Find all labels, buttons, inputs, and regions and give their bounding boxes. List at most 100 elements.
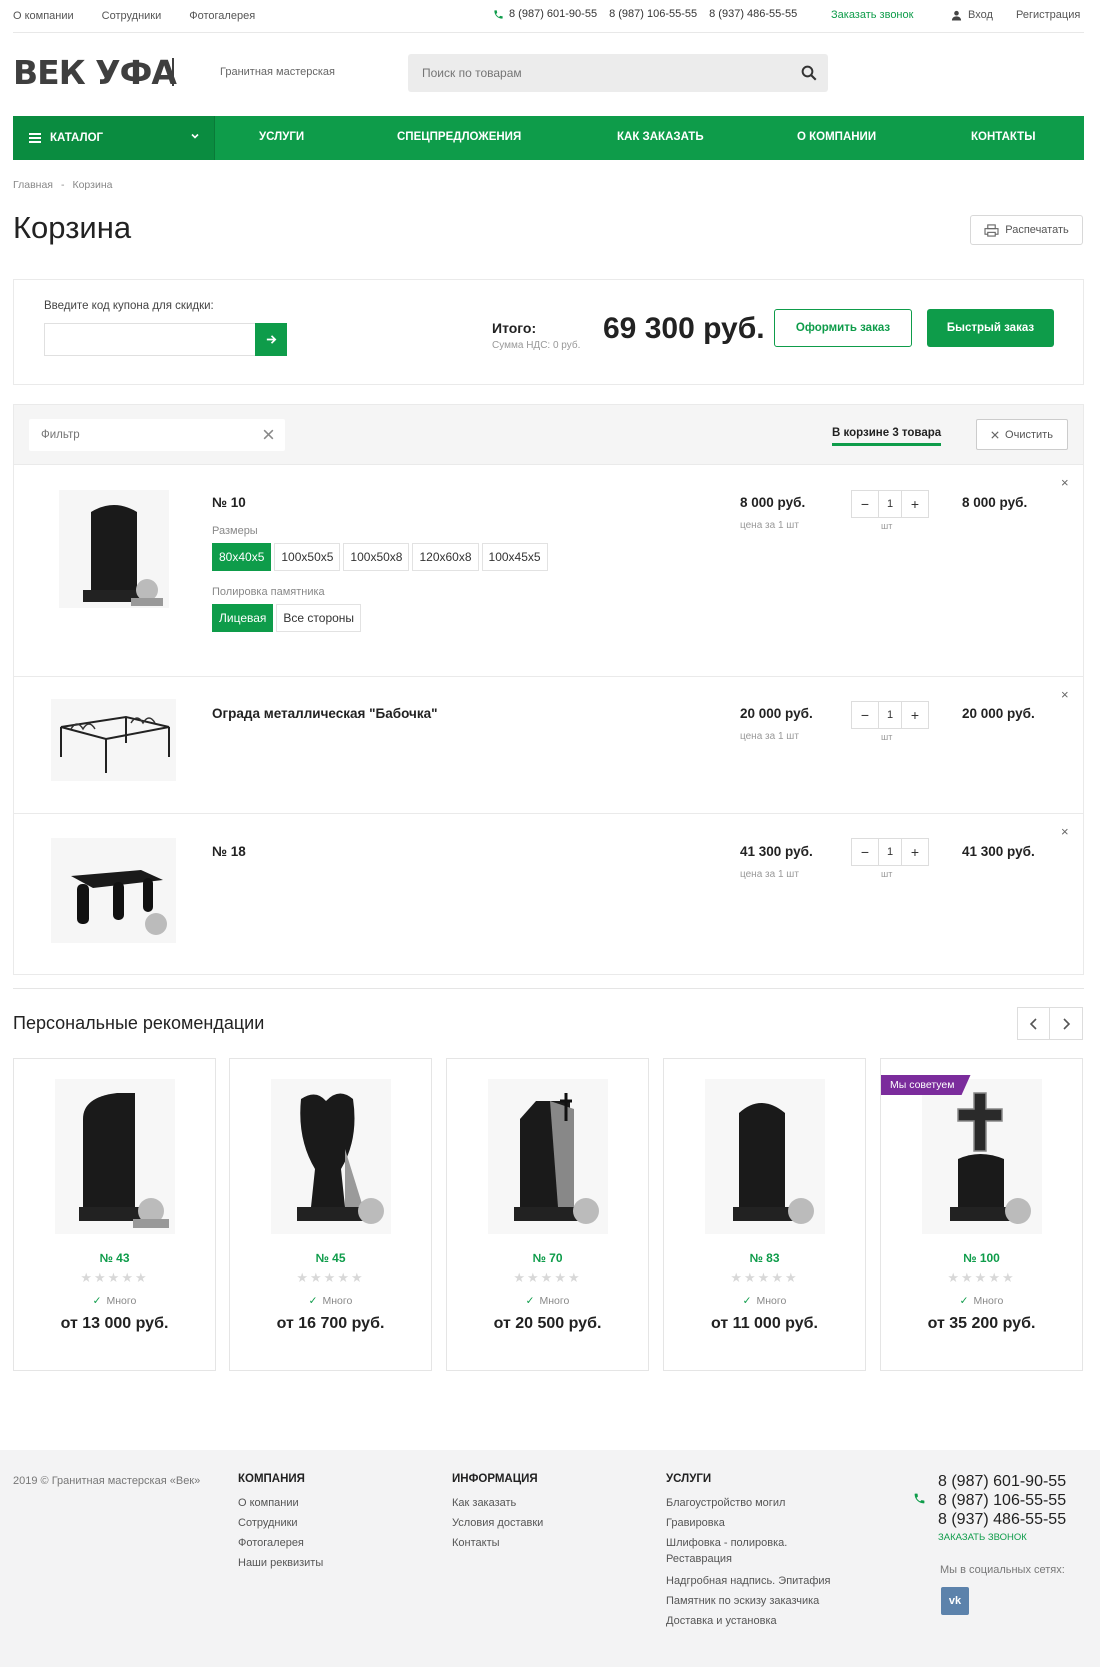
footer-link[interactable]: Контакты (452, 1533, 543, 1553)
footer-link[interactable]: Благоустройство могил (666, 1493, 856, 1513)
register-link[interactable]: Регистрация (1016, 9, 1080, 21)
chevron-left-icon[interactable] (1018, 1008, 1050, 1039)
toplink-gallery[interactable]: Фотогалерея (189, 10, 255, 22)
size-option[interactable]: 100х50х8 (343, 543, 410, 571)
nav-services[interactable]: УСЛУГИ (259, 131, 304, 143)
nav-contacts[interactable]: КОНТАКТЫ (971, 131, 1035, 143)
cart-item-name[interactable]: № 10 (212, 495, 246, 510)
coupon-apply-button[interactable] (255, 323, 287, 356)
footer-link[interactable]: Памятник по эскизу заказчика (666, 1591, 856, 1611)
close-icon[interactable] (262, 428, 275, 441)
footer-link[interactable]: Наши реквизиты (238, 1553, 323, 1573)
product-thumbnail[interactable] (59, 490, 169, 608)
stock-label: Много (756, 1295, 787, 1307)
plus-icon[interactable]: + (902, 491, 928, 517)
filter-input[interactable] (29, 419, 249, 451)
user-icon (951, 10, 962, 21)
footer-link[interactable]: Шлифовка - полировка. Реставрация (666, 1533, 856, 1567)
quantity-unit: шт (881, 869, 893, 879)
minus-icon[interactable]: − (852, 839, 878, 865)
polish-options: Лицевая Все стороны (212, 604, 364, 632)
search-icon[interactable] (800, 64, 818, 82)
stock-status: ✓ Много (881, 1295, 1082, 1307)
filter-box (29, 419, 285, 451)
product-name[interactable]: № 45 (230, 1251, 431, 1265)
top-phone-2[interactable]: 8 (987) 106-55-55 (609, 8, 697, 20)
nav-how-to-order[interactable]: КАК ЗАКАЗАТЬ (617, 131, 704, 143)
cart-count-tab[interactable]: В корзине 3 товара (832, 427, 942, 446)
remove-item-icon[interactable]: × (1061, 687, 1069, 702)
minus-icon[interactable]: − (852, 491, 878, 517)
unit-price-note: цена за 1 шт (740, 869, 799, 880)
chevron-right-icon[interactable] (1050, 1008, 1082, 1039)
polish-option[interactable]: Все стороны (276, 604, 362, 632)
quick-order-button[interactable]: Быстрый заказ (927, 309, 1054, 347)
minus-icon[interactable]: − (852, 702, 878, 728)
cart-item-name[interactable]: Ограда металлическая "Бабочка" (212, 706, 438, 721)
product-card[interactable]: Мы советуем № 100 ★★★★★ ✓ Много от 35 200… (880, 1058, 1083, 1371)
print-button[interactable]: Распечатать (970, 215, 1083, 245)
product-name[interactable]: № 43 (14, 1251, 215, 1265)
rating-stars: ★★★★★ (730, 1270, 799, 1285)
product-name[interactable]: № 70 (447, 1251, 648, 1265)
unit-price-note: цена за 1 шт (740, 520, 799, 531)
stock-label: Много (539, 1295, 570, 1307)
product-name[interactable]: № 100 (881, 1251, 1082, 1265)
nav-about[interactable]: О КОМПАНИИ (797, 131, 876, 143)
clear-cart-button[interactable]: Очистить (976, 419, 1068, 450)
footer-link[interactable]: Гравировка (666, 1513, 856, 1533)
checkout-button[interactable]: Оформить заказ (774, 309, 912, 347)
size-options: 80х40х5 100х50х5 100х50х8 120х60х8 100х4… (212, 543, 551, 571)
total-label: Итого: (492, 320, 537, 336)
toplink-staff[interactable]: Сотрудники (102, 10, 162, 22)
size-option[interactable]: 100х45х5 (481, 543, 548, 571)
size-option[interactable]: 80х40х5 (212, 543, 272, 571)
menu-icon (29, 133, 41, 143)
coupon-input[interactable] (44, 323, 255, 356)
product-name[interactable]: № 83 (664, 1251, 865, 1265)
remove-item-icon[interactable]: × (1061, 475, 1069, 490)
quantity-value[interactable]: 1 (878, 491, 902, 517)
unit-price: 20 000 руб. (740, 706, 813, 721)
product-card[interactable]: № 70 ★★★★★ ✓ Много от 20 500 руб. (446, 1058, 649, 1371)
search-input[interactable] (408, 54, 778, 92)
nav-special-offers[interactable]: СПЕЦПРЕДЛОЖЕНИЯ (397, 131, 521, 143)
product-price: от 16 700 руб. (276, 1315, 385, 1332)
product-card[interactable]: № 45 ★★★★★ ✓ Много от 16 700 руб. (229, 1058, 432, 1371)
quantity-value[interactable]: 1 (878, 839, 902, 865)
footer-callback-link[interactable]: ЗАКАЗАТЬ ЗВОНОК (938, 1532, 1027, 1543)
toplink-about[interactable]: О компании (13, 10, 74, 22)
size-option[interactable]: 100х50х5 (274, 543, 341, 571)
footer-link[interactable]: Сотрудники (238, 1513, 323, 1533)
footer-link[interactable]: Доставка и установка (666, 1611, 856, 1631)
footer-phone[interactable]: 8 (987) 601-90-55 (938, 1472, 1066, 1491)
footer-link[interactable]: О компании (238, 1493, 323, 1513)
callback-link[interactable]: Заказать звонок (831, 9, 913, 21)
product-card[interactable]: № 43 ★★★★★ ✓ Много от 13 000 руб. (13, 1058, 216, 1371)
cart-item-name[interactable]: № 18 (212, 844, 246, 859)
footer-link[interactable]: Фотогалерея (238, 1533, 323, 1553)
catalog-menu-button[interactable]: КАТАЛОГ (13, 116, 215, 160)
plus-icon[interactable]: + (902, 702, 928, 728)
size-option[interactable]: 120х60х8 (412, 543, 479, 571)
top-phone-3[interactable]: 8 (937) 486-55-55 (709, 8, 797, 20)
footer-link[interactable]: Надгробная надпись. Эпитафия (666, 1571, 856, 1591)
footer-link[interactable]: Как заказать (452, 1493, 543, 1513)
check-icon: ✓ (92, 1295, 102, 1307)
polish-option[interactable]: Лицевая (212, 604, 274, 632)
quantity-value[interactable]: 1 (878, 702, 902, 728)
breadcrumb-home[interactable]: Главная (13, 179, 53, 191)
remove-item-icon[interactable]: × (1061, 824, 1069, 839)
footer-phone[interactable]: 8 (937) 486-55-55 (938, 1510, 1066, 1529)
vk-icon[interactable]: vk (941, 1587, 969, 1615)
login-link[interactable]: Вход (951, 9, 993, 21)
footer-phone[interactable]: 8 (987) 106-55-55 (938, 1491, 1066, 1510)
footer-link[interactable]: Условия доставки (452, 1513, 543, 1533)
plus-icon[interactable]: + (902, 839, 928, 865)
product-thumbnail[interactable] (51, 838, 176, 943)
order-summary: Введите код купона для скидки: Итого: Су… (13, 279, 1084, 385)
top-phone-1[interactable]: 8 (987) 601-90-55 (509, 8, 597, 20)
product-card[interactable]: № 83 ★★★★★ ✓ Много от 11 000 руб. (663, 1058, 866, 1371)
site-logo[interactable]: ВЕК УФА (13, 53, 177, 93)
product-thumbnail[interactable] (51, 699, 176, 781)
